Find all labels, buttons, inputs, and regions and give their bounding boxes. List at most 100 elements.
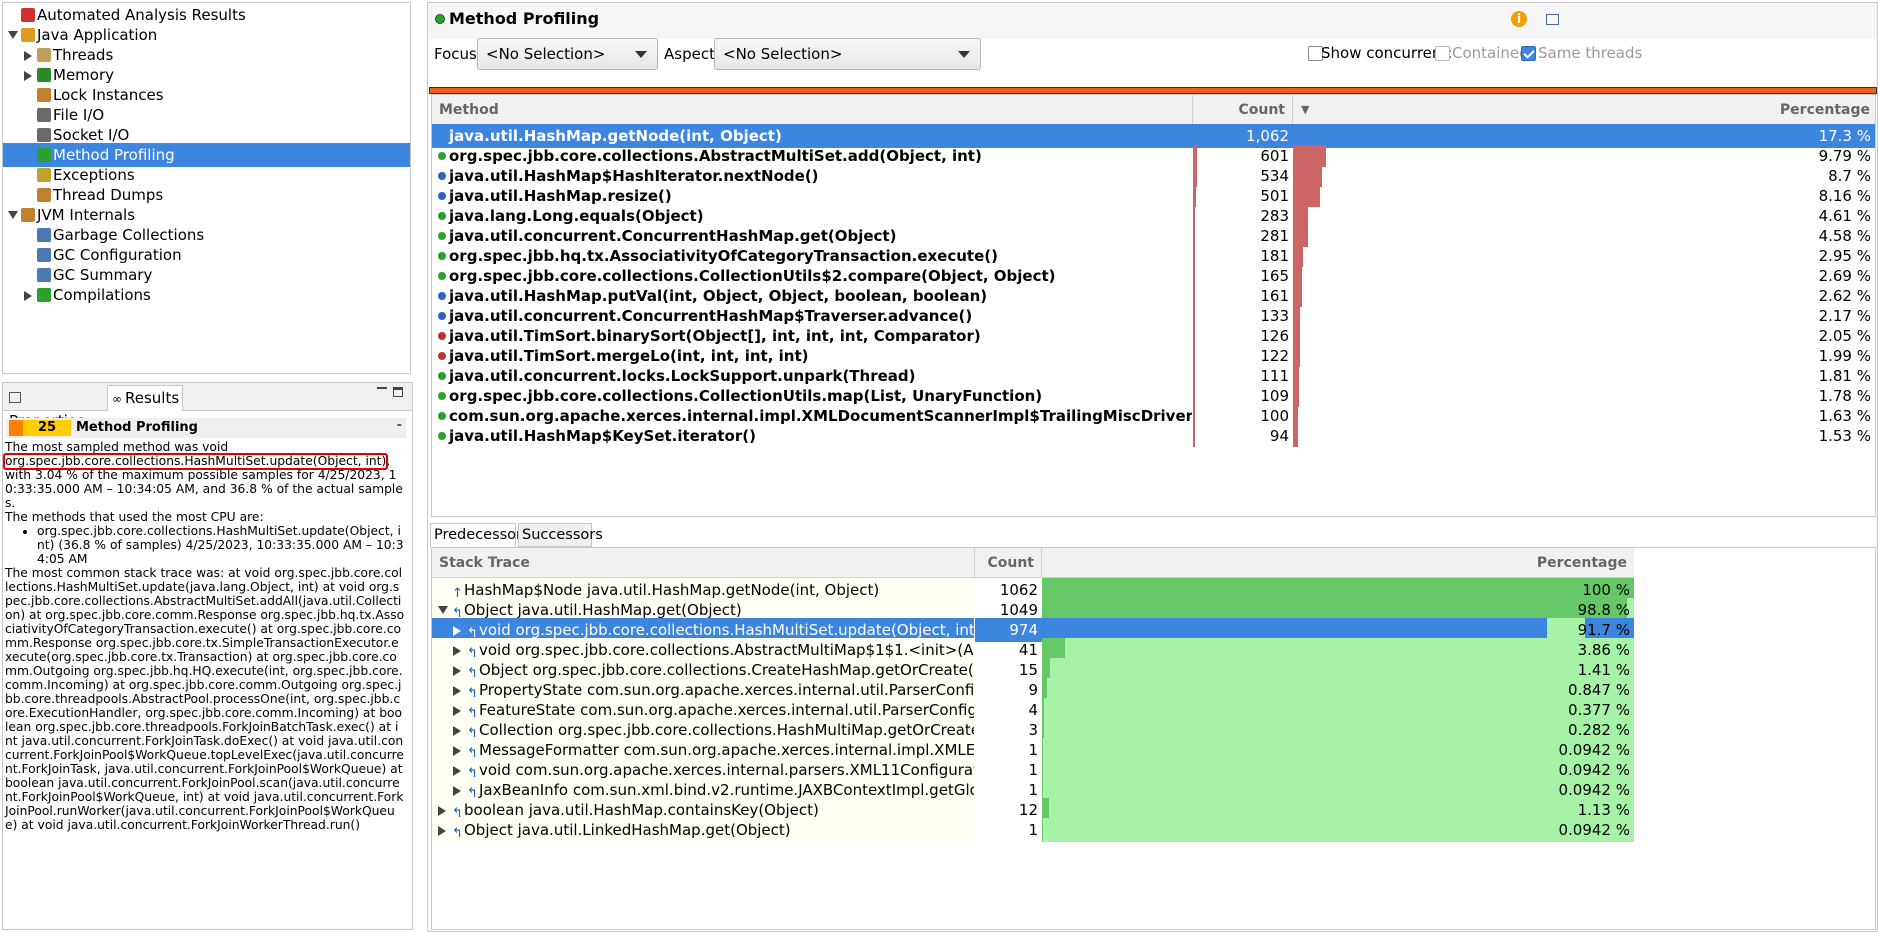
rule-score-badge: 25: [9, 420, 71, 436]
collapsed-arrow-icon[interactable]: [453, 706, 461, 716]
package-method-icon: [438, 192, 446, 200]
result-cpu-heading: The methods that used the most CPU are:: [5, 510, 264, 524]
aspect-select-value: <No Selection>: [723, 45, 843, 63]
trace-count: 1: [1028, 821, 1038, 839]
stack-trace-row[interactable]: ↰ Object java.util.LinkedHashMap.get(Obje…: [432, 818, 1875, 842]
focus-select[interactable]: <No Selection>: [477, 38, 658, 70]
minimize-icon[interactable]: [377, 387, 387, 389]
column-header-method[interactable]: Method: [432, 95, 1193, 125]
package-method-icon: [438, 312, 446, 320]
result-samples-text: with 3.04 % of the maximum possible samp…: [5, 468, 403, 510]
chevron-down-icon: [958, 51, 970, 58]
focus-label: Focus:: [434, 45, 482, 63]
tab-results-label: Results: [125, 389, 180, 407]
stack-frame-cell: ↰ Object java.util.LinkedHashMap.get(Obje…: [432, 818, 974, 842]
trace-tabbar: Predecessors Successors: [430, 523, 1878, 547]
collapsed-arrow-icon[interactable]: [453, 746, 461, 756]
method-name: java.util.HashMap$KeySet.iterator(): [449, 427, 756, 445]
socket-io-icon: [37, 128, 51, 142]
properties-icon: [9, 392, 21, 403]
results-tabbar: Properties ∞Results: [3, 383, 412, 430]
collapsed-arrow-icon[interactable]: [438, 826, 446, 836]
count-value: 94: [1269, 427, 1289, 445]
method-profiling-icon: [37, 148, 51, 162]
trace-percentage: 0.0942 %: [1558, 821, 1630, 839]
collapsed-arrow-icon[interactable]: [438, 806, 446, 816]
result-cpu-item: org.spec.jbb.core.collections.HashMultiS…: [37, 524, 405, 566]
thread-dumps-icon: [37, 188, 51, 202]
trace-percentage-cell: 0.0942 %: [1042, 818, 1634, 842]
jvm-internals-icon: [21, 208, 35, 222]
stack-frame-name: Object java.util.LinkedHashMap.get(Objec…: [464, 821, 791, 839]
collapse-icon[interactable]: -: [397, 416, 402, 436]
method-name-cell: java.util.HashMap$KeySet.iterator(): [432, 424, 1192, 448]
aspect-label: Aspect:: [664, 45, 721, 63]
method-profiling-icon: [435, 14, 445, 24]
page-header: Method Profiling i: [428, 3, 1877, 39]
rule-title: Method Profiling: [76, 420, 198, 435]
method-profiling-page: Method Profiling i Focus: <No Selection>…: [427, 0, 1878, 932]
collapsed-arrow-icon[interactable]: [24, 291, 32, 301]
collapsed-arrow-icon[interactable]: [24, 71, 32, 81]
profiling-timeline-bar[interactable]: [429, 87, 1877, 94]
highlight-annotation-box: [3, 453, 388, 470]
focus-select-value: <No Selection>: [486, 45, 606, 63]
column-header-trace-count[interactable]: Count: [975, 548, 1042, 578]
collapsed-arrow-icon[interactable]: [453, 786, 461, 796]
column-header-trace-percentage[interactable]: Percentage: [1042, 548, 1634, 578]
collapsed-arrow-icon[interactable]: [453, 666, 461, 676]
collapsed-arrow-icon[interactable]: [453, 646, 461, 656]
same-threads-checkbox[interactable]: [1521, 46, 1536, 61]
table-row[interactable]: java.util.HashMap$KeySet.iterator() 94 1.5…: [432, 424, 1875, 448]
threads-icon: [37, 48, 51, 62]
tab-predecessors[interactable]: Predecessors: [430, 523, 530, 547]
count-bar: [1193, 425, 1195, 447]
column-header-percentage[interactable]: ▼ Percentage: [1293, 95, 1875, 125]
public-method-icon: [438, 272, 446, 280]
public-method-icon: [438, 432, 446, 440]
public-method-icon: [438, 372, 446, 380]
percentage-bar: [1042, 818, 1043, 842]
expanded-arrow-icon[interactable]: [8, 31, 18, 39]
collapsed-arrow-icon[interactable]: [453, 686, 461, 696]
maximize-icon[interactable]: [393, 387, 403, 397]
lock-icon: [37, 88, 51, 102]
exceptions-icon: [37, 168, 51, 182]
rule-header[interactable]: 25 Method Profiling -: [6, 418, 406, 438]
tab-successors[interactable]: Successors: [518, 523, 603, 547]
expanded-arrow-icon[interactable]: [8, 211, 18, 219]
collapsed-arrow-icon[interactable]: [453, 766, 461, 776]
chevron-down-icon: [635, 51, 647, 58]
collapsed-arrow-icon[interactable]: [24, 51, 32, 61]
collapsed-arrow-icon[interactable]: [453, 626, 461, 636]
show-concurrent-label: Show concurrent:: [1321, 44, 1453, 62]
column-header-stack-trace[interactable]: Stack Trace: [432, 548, 975, 578]
percentage-value: 1.53 %: [1818, 427, 1871, 445]
private-method-icon: [438, 332, 446, 340]
public-method-icon: [438, 252, 446, 260]
percentage-bar: [1293, 425, 1299, 447]
result-intro: The most sampled method was void: [5, 440, 229, 454]
result-stack-trace: The most common stack trace was: at void…: [5, 566, 405, 832]
toolbar-menu-icon[interactable]: [1546, 14, 1559, 25]
public-method-icon: [438, 412, 446, 420]
tree-item-compilations[interactable]: Compilations: [3, 283, 410, 307]
results-icon: ∞: [112, 392, 122, 406]
tab-results[interactable]: ∞ Results: [107, 385, 183, 411]
collapsed-arrow-icon[interactable]: [453, 726, 461, 736]
expanded-arrow-icon[interactable]: [438, 606, 448, 614]
package-method-icon: [438, 292, 446, 300]
public-method-icon: [438, 212, 446, 220]
column-header-percentage-label: Percentage: [1779, 102, 1870, 118]
info-icon[interactable]: i: [1511, 11, 1527, 27]
column-header-count[interactable]: Count: [1193, 95, 1293, 125]
percentage-cell: 1.53 %: [1293, 424, 1875, 448]
results-panel: Properties ∞Results 25 Method Profiling …: [2, 382, 413, 930]
private-method-icon: [438, 352, 446, 360]
contained-checkbox[interactable]: [1435, 46, 1450, 61]
tab-properties[interactable]: Properties: [5, 385, 103, 430]
public-method-icon: [438, 232, 446, 240]
method-table: Method Count ▼ Percentage java.util.Hash…: [431, 94, 1876, 517]
java-app-icon: [21, 28, 35, 42]
aspect-select[interactable]: <No Selection>: [714, 38, 981, 70]
